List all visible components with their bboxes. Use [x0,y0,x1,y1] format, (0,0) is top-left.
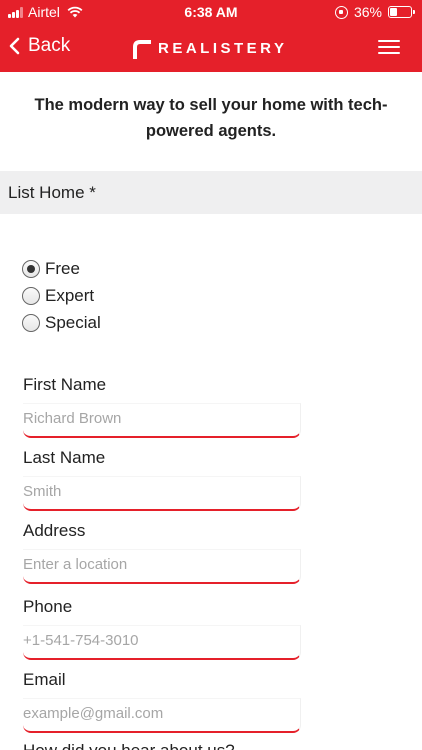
signal-icon [8,6,23,18]
address-input[interactable] [23,549,301,584]
hear-about-us-label: How did you hear about us? [23,741,235,750]
first-name-field-group: First Name [23,375,301,438]
email-field-group: Email [23,670,301,733]
rotation-lock-icon [334,5,348,19]
logo-text: REALISTERY [158,39,288,57]
battery-icon [388,6,415,18]
battery-percent: 36% [353,4,382,20]
chevron-left-icon [9,37,20,55]
phone-label: Phone [23,597,73,616]
address-label: Address [23,521,86,540]
back-button[interactable]: Back [8,35,70,57]
address-field-group: Address [23,521,301,584]
nav-bar: Back REALISTERY [0,24,422,72]
list-home-options: Free Expert Special [22,255,101,336]
status-bar: Airtel 6:38 AM 36% [0,0,422,24]
email-input[interactable] [23,698,301,733]
radio-label-free: Free [45,258,80,278]
logo-mark-icon [133,40,151,59]
carrier-name: Airtel [28,4,60,20]
radio-label-expert: Expert [45,285,95,305]
first-name-label: First Name [23,375,107,394]
radio-option-special[interactable]: Special [22,309,101,336]
radio-label-special: Special [45,312,101,332]
last-name-label: Last Name [23,448,106,467]
radio-button-special[interactable] [22,313,40,332]
phone-input[interactable] [23,625,301,660]
realistery-logo: REALISTERY [130,37,287,59]
last-name-input[interactable] [23,476,301,511]
wifi-icon [67,6,83,18]
battery-fill [390,8,397,16]
back-label: Back [28,35,71,56]
status-left: Airtel [8,4,83,20]
first-name-input[interactable] [23,403,301,438]
radio-option-free[interactable]: Free [22,255,101,282]
radio-button-expert[interactable] [22,286,40,305]
radio-option-expert[interactable]: Expert [22,282,101,309]
tagline: The modern way to sell your home with te… [34,96,388,140]
email-label: Email [23,670,66,689]
phone-field-group: Phone [23,597,301,660]
status-right: 36% [334,4,415,20]
list-home-header: List Home * [0,171,422,214]
last-name-field-group: Last Name [23,448,301,511]
radio-button-free[interactable] [22,259,40,278]
hamburger-menu-button[interactable] [378,40,400,56]
